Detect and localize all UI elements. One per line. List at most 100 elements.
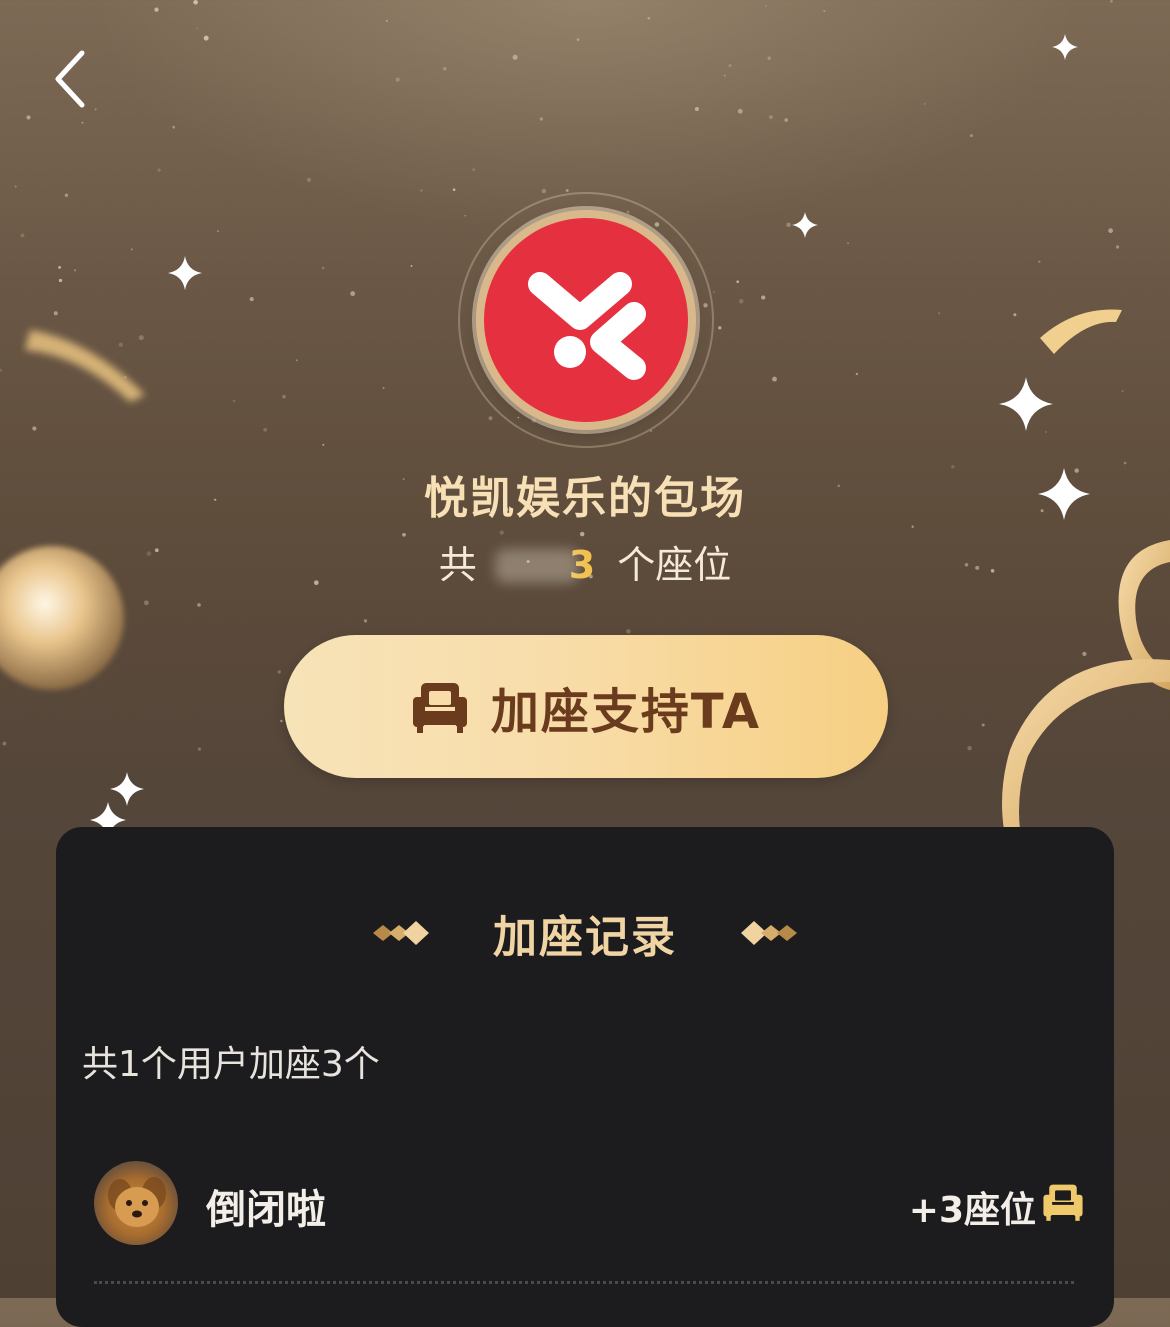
seat-total-suffix: 个座位 [617, 543, 732, 587]
dust-particle [64, 193, 69, 197]
records-summary: 共1个用户加座3个 [82, 1044, 380, 1085]
dust-particle [1082, 651, 1087, 657]
dust-particle [712, 291, 715, 293]
dust-particle [0, 368, 2, 372]
dust-particle [1045, 431, 1048, 433]
sparkle-star [168, 256, 202, 290]
dust-particle [1108, 228, 1113, 234]
records-panel: 加座记录 共1个用户加座3个 倒闭啦 +3座位 [56, 827, 1114, 1327]
dust-particle [138, 335, 144, 341]
dust-particle [1036, 719, 1040, 722]
dust-particle [130, 248, 133, 251]
dust-particle [58, 265, 62, 269]
dust-particle [382, 386, 385, 389]
dust-particle [172, 125, 175, 129]
dust-particle [767, 56, 771, 60]
dust-particle [855, 372, 859, 376]
sofa-icon [412, 682, 467, 733]
dust-particle [512, 54, 518, 60]
dust-particle [1131, 677, 1134, 681]
dust-particle [295, 359, 298, 362]
dust-particle [53, 311, 58, 316]
dust-particle [73, 269, 77, 272]
dust-particle [350, 291, 356, 297]
dust-particle [410, 265, 413, 267]
dust-particle [322, 443, 325, 446]
row-divider [94, 1281, 1074, 1284]
confetti-right [1040, 309, 1122, 354]
page-title: 悦凯娱乐的包场 [424, 473, 746, 524]
dust-particle [420, 189, 423, 192]
brand-logo [484, 218, 688, 422]
dust-particle [539, 117, 544, 121]
dust-particle [89, 668, 92, 671]
dust-particle [541, 188, 547, 194]
dust-particle [938, 312, 941, 315]
dust-particle [1110, 0, 1113, 3]
dust-particle [768, 115, 773, 120]
dust-particle [1121, 390, 1124, 392]
sparkle-star [1052, 34, 1078, 60]
dust-particle [217, 230, 219, 232]
dust-particle [306, 177, 312, 183]
back-button[interactable] [40, 44, 100, 114]
dust-particle [452, 188, 456, 192]
dust-particle [764, 5, 767, 7]
dust-particle [967, 746, 972, 751]
dust-particle [249, 297, 254, 302]
dust-particle [58, 278, 63, 283]
record-row[interactable]: 倒闭啦 +3座位 [94, 1161, 1084, 1247]
records-title: 加座记录 [493, 912, 677, 963]
dust-particle [923, 102, 927, 105]
dust-particle [786, 222, 791, 228]
dust-particle [565, 188, 569, 193]
dust-particle [728, 64, 732, 68]
dust-particle [1013, 313, 1017, 317]
dust-particle [464, 214, 467, 217]
seat-total: 共 3 个座位 [0, 534, 1170, 589]
dust-particle [723, 74, 726, 77]
dust-particle [232, 399, 236, 403]
seat-total-prefix: 共 [438, 543, 477, 587]
dust-particle [1116, 245, 1120, 249]
dust-particle [154, 7, 159, 12]
dust-particle [472, 168, 476, 172]
dust-particle [193, 0, 198, 5]
record-seat-count: +3座位 [908, 1190, 1036, 1231]
add-seat-support-label: 加座支持TA [490, 683, 762, 740]
sparkle-star [792, 212, 818, 238]
dog-avatar-icon [108, 1177, 166, 1227]
dust-particle [20, 233, 25, 238]
dust-particle [647, 16, 651, 20]
confetti-left [25, 330, 145, 402]
dust-particle [32, 426, 37, 431]
seat-total-number: 3 [499, 543, 595, 587]
dust-particle [2, 741, 7, 746]
dust-particle [443, 66, 447, 71]
dust-particle [395, 77, 400, 82]
dust-particle [738, 298, 744, 304]
dust-particle [203, 35, 209, 41]
sparkle-star [999, 377, 1053, 431]
dust-particle [737, 108, 743, 114]
sofa-icon [1043, 1184, 1083, 1221]
dust-particle [823, 10, 826, 13]
sparkle-star [110, 772, 144, 806]
dust-particle [385, 19, 388, 22]
record-username: 倒闭啦 [206, 1187, 326, 1233]
dust-particle [277, 670, 281, 674]
add-seat-support-button[interactable]: 加座支持TA [284, 635, 888, 778]
dust-particle [761, 295, 766, 300]
dust-particle [81, 121, 84, 124]
dust-particle [784, 118, 789, 122]
dust-particle [626, 629, 631, 634]
dust-particle [123, 375, 127, 379]
dust-particle [143, 600, 149, 606]
user-avatar[interactable] [94, 1161, 178, 1245]
dust-particle [321, 266, 325, 270]
dust-particle [280, 719, 283, 723]
dust-particle [1038, 260, 1041, 264]
dust-particle [772, 376, 777, 382]
yuekai-logo-icon [528, 272, 646, 380]
dust-particle [282, 394, 286, 399]
